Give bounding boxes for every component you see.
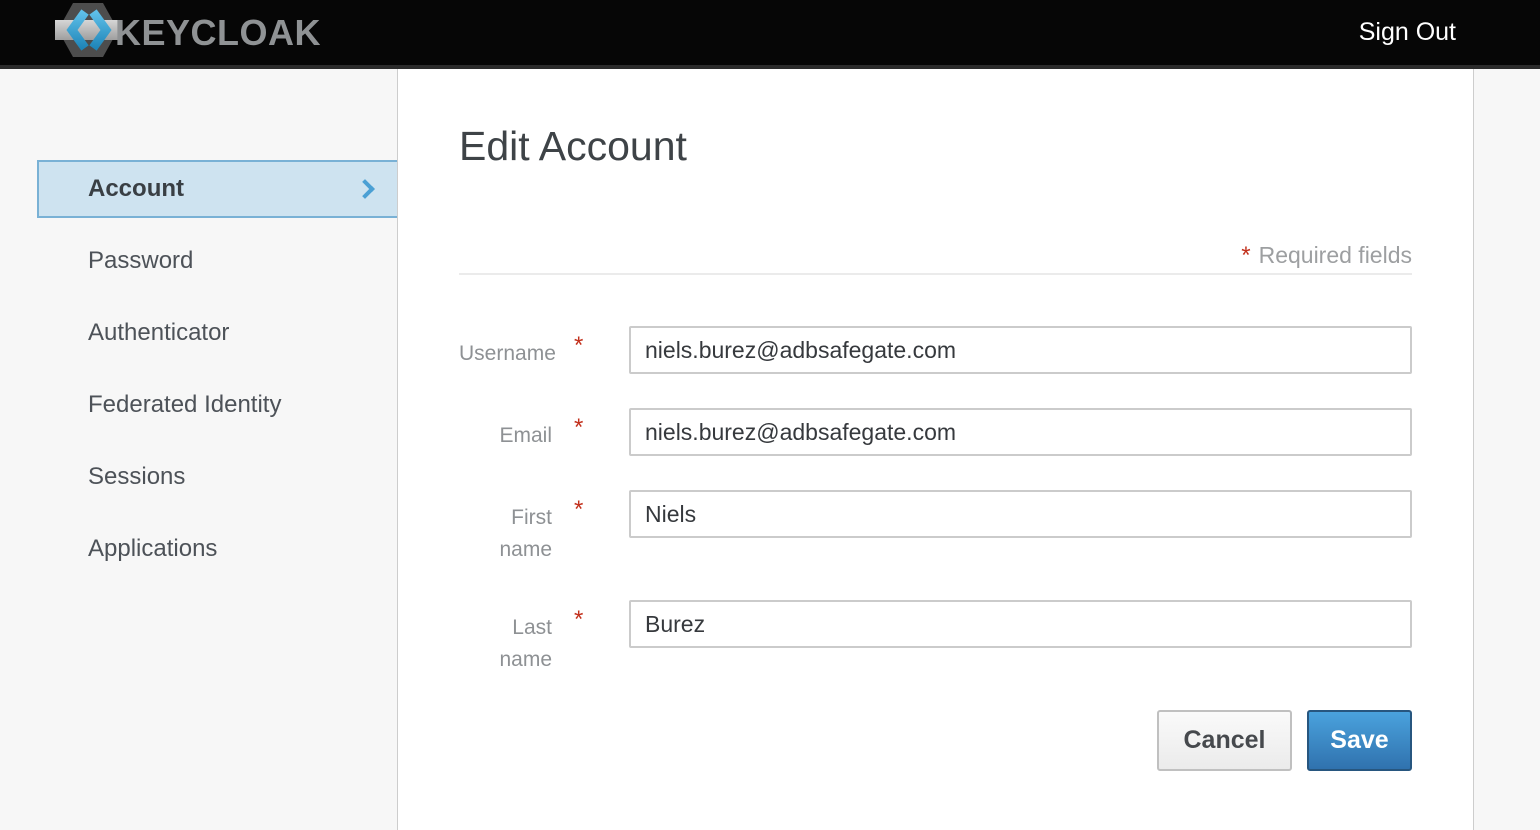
sign-out-link[interactable]: Sign Out (1359, 18, 1456, 47)
form-row-last-name: Last name * (459, 600, 1412, 676)
sidebar-item-password[interactable]: Password (37, 232, 397, 290)
sidebar-item-federated-identity[interactable]: Federated Identity (37, 376, 397, 434)
sidebar-item-applications[interactable]: Applications (37, 520, 397, 578)
sidebar-item-label: Password (88, 247, 193, 275)
required-asterisk: * (552, 326, 629, 374)
top-navbar: KEYCLOAK Sign Out (0, 0, 1540, 69)
first-name-label: First name (459, 490, 552, 566)
keycloak-brand: KEYCLOAK (55, 0, 321, 65)
form-actions: Cancel Save (459, 710, 1412, 771)
sidebar-nav: Account Password Authenticator Federated… (0, 69, 398, 830)
sidebar-item-label: Federated Identity (88, 391, 281, 419)
keycloak-logo-icon (55, 0, 121, 65)
email-label: Email (459, 408, 552, 456)
username-label: Username (459, 326, 552, 374)
required-note-text: Required fields (1259, 242, 1412, 268)
edit-account-form: Username * Email * First name * Last nam… (459, 326, 1412, 771)
page-title: Edit Account (459, 124, 1412, 168)
sidebar-item-label: Sessions (88, 463, 185, 491)
required-asterisk: * (552, 490, 629, 566)
main-content: Edit Account * Required fields Username *… (398, 69, 1474, 830)
chevron-right-icon (355, 179, 375, 199)
required-asterisk: * (552, 408, 629, 456)
sidebar-item-sessions[interactable]: Sessions (37, 448, 397, 506)
sidebar-item-account[interactable]: Account (37, 160, 397, 218)
username-input[interactable] (629, 326, 1412, 374)
save-button[interactable]: Save (1307, 710, 1412, 771)
sidebar-item-label: Applications (88, 535, 217, 563)
sidebar-list: Account Password Authenticator Federated… (37, 160, 397, 578)
brand-wordmark: KEYCLOAK (115, 12, 321, 54)
last-name-label: Last name (459, 600, 552, 676)
required-asterisk: * (552, 600, 629, 676)
sidebar-item-label: Authenticator (88, 319, 229, 347)
required-asterisk: * (1241, 242, 1250, 269)
form-row-first-name: First name * (459, 490, 1412, 566)
required-fields-note: * Required fields (459, 241, 1412, 275)
first-name-input[interactable] (629, 490, 1412, 538)
last-name-input[interactable] (629, 600, 1412, 648)
cancel-button[interactable]: Cancel (1157, 710, 1292, 771)
form-row-email: Email * (459, 408, 1412, 456)
sidebar-item-label: Account (88, 175, 184, 203)
form-row-username: Username * (459, 326, 1412, 374)
sidebar-item-authenticator[interactable]: Authenticator (37, 304, 397, 362)
email-input[interactable] (629, 408, 1412, 456)
